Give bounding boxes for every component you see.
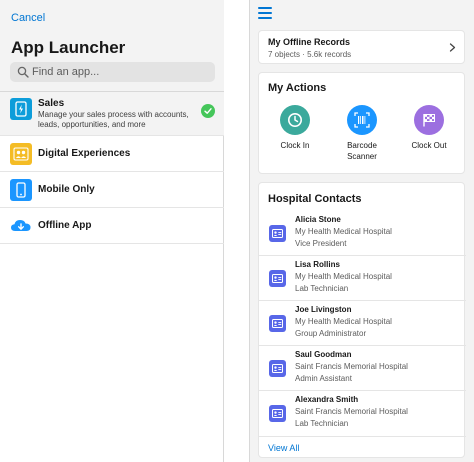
menu-icon[interactable]	[258, 7, 272, 19]
search-bar[interactable]	[10, 62, 215, 82]
app-item-mobile-only[interactable]: Mobile Only	[0, 172, 224, 208]
contact-item[interactable]: Lisa Rollins My Health Medical Hospital …	[259, 256, 466, 301]
people-icon	[10, 143, 32, 165]
contact-organization: My Health Medical Hospital	[295, 272, 392, 281]
action-label: Barcode Scanner	[347, 141, 377, 161]
clock-icon	[280, 105, 310, 135]
app-name: Digital Experiences	[38, 148, 131, 159]
contact-item[interactable]: Alexandra Smith Saint Francis Memorial H…	[259, 391, 466, 437]
app-item-digital-experiences[interactable]: Digital Experiences	[0, 136, 224, 172]
contact-name: Lisa Rollins	[295, 260, 340, 269]
offline-records-card[interactable]: My Offline Records 7 objects · 5.6k reco…	[258, 30, 465, 64]
contact-name: Alexandra Smith	[295, 395, 359, 404]
contact-title: Group Administrator	[295, 329, 367, 338]
phone-lightning-icon	[10, 98, 32, 120]
cancel-button[interactable]: Cancel	[11, 12, 45, 24]
chevron-right-icon	[449, 43, 456, 52]
contact-name: Alicia Stone	[295, 215, 341, 224]
offline-records-summary: 7 objects · 5.6k records	[268, 50, 352, 59]
checkmark-icon	[201, 104, 215, 118]
mobile-phone-icon	[10, 179, 32, 201]
contact-item[interactable]: Alicia Stone My Health Medical Hospital …	[259, 211, 466, 256]
action-label: Clock Out	[411, 141, 447, 150]
contact-title: Vice President	[295, 239, 347, 248]
search-icon	[17, 66, 29, 78]
contact-organization: My Health Medical Hospital	[295, 317, 392, 326]
barcode-icon	[347, 105, 377, 135]
card-title: Hospital Contacts	[268, 193, 362, 205]
hospital-contacts-card: Hospital Contacts Alicia Stone My Health…	[258, 182, 466, 458]
offline-records-title: My Offline Records	[268, 37, 351, 47]
clock-out-action[interactable]: Clock Out	[399, 105, 459, 151]
contact-organization: My Health Medical Hospital	[295, 227, 392, 236]
contact-card-icon	[269, 270, 286, 287]
launcher-header: Cancel App Launcher	[0, 0, 224, 92]
action-label: Clock In	[280, 141, 310, 150]
card-title: My Actions	[268, 82, 327, 94]
contact-card-icon	[269, 360, 286, 377]
app-item-offline-app[interactable]: Offline App	[0, 208, 224, 244]
contact-name: Joe Livingston	[295, 305, 352, 314]
app-item-sales[interactable]: Sales Manage your sales process with acc…	[0, 92, 224, 136]
app-name: Sales	[38, 98, 65, 109]
contact-card-icon	[269, 405, 286, 422]
contact-item[interactable]: Joe Livingston My Health Medical Hospita…	[259, 301, 466, 346]
contact-organization: Saint Francis Memorial Hospital	[295, 407, 408, 416]
page-title: App Launcher	[11, 38, 126, 57]
contact-name: Saul Goodman	[295, 350, 352, 359]
contact-item[interactable]: Saul Goodman Saint Francis Memorial Hosp…	[259, 346, 466, 391]
contact-card-icon	[269, 315, 286, 332]
app-description: Manage your sales process with accounts,…	[38, 110, 189, 129]
cloud-download-icon	[10, 215, 32, 237]
home-panel: My Offline Records 7 objects · 5.6k reco…	[249, 0, 474, 462]
clock-in-action[interactable]: Clock In	[265, 105, 325, 151]
checkered-flag-icon	[414, 105, 444, 135]
view-all-link[interactable]: View All	[268, 443, 299, 453]
app-name: Offline App	[38, 220, 92, 231]
app-launcher-panel: Cancel App Launcher Sales Manage your sa…	[0, 0, 224, 462]
app-name: Mobile Only	[38, 184, 95, 195]
my-actions-card: My Actions Clock In Barcode Scanner Cloc…	[258, 72, 465, 174]
search-input[interactable]	[32, 64, 207, 80]
contact-title: Admin Assistant	[295, 374, 352, 383]
contact-title: Lab Technician	[295, 284, 349, 293]
contact-title: Lab Technician	[295, 419, 349, 428]
contact-organization: Saint Francis Memorial Hospital	[295, 362, 408, 371]
contact-card-icon	[269, 225, 286, 242]
barcode-scanner-action[interactable]: Barcode Scanner	[332, 105, 392, 162]
